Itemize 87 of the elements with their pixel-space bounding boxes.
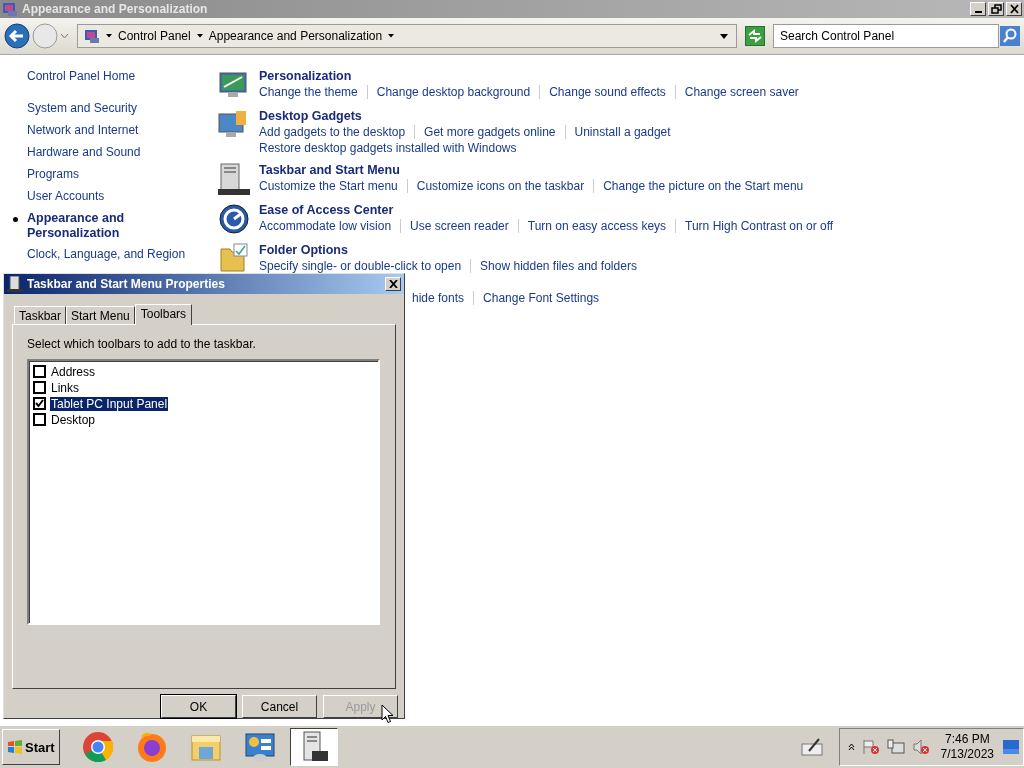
list-item[interactable]: Desktop bbox=[50, 412, 97, 427]
chevron-up-icon[interactable] bbox=[847, 743, 855, 751]
task-link[interactable]: Customize the Start menu bbox=[259, 179, 398, 193]
flag-error-icon[interactable] bbox=[861, 739, 880, 755]
tab[interactable]: Start Menu bbox=[66, 305, 135, 324]
category-title-link[interactable]: Personalization bbox=[259, 69, 799, 83]
instruction-text: Select which toolbars to add to the taskbar. bbox=[27, 336, 257, 351]
chrome-icon bbox=[81, 731, 114, 763]
task-link[interactable]: hide fonts bbox=[412, 291, 465, 305]
sidebar-link[interactable]: Clock, Language, and Region bbox=[27, 247, 186, 262]
sidebar-link[interactable]: Hardware and Sound bbox=[27, 145, 141, 160]
access-icon bbox=[218, 203, 250, 235]
start-button[interactable]: Start bbox=[2, 729, 60, 765]
sidebar-link[interactable]: Appearance and Personalization bbox=[27, 211, 217, 241]
search-icon[interactable] bbox=[1000, 26, 1020, 46]
firefox-icon bbox=[135, 731, 168, 763]
control-panel-icon bbox=[243, 731, 276, 763]
dialog-title: Taskbar and Start Menu Properties bbox=[27, 276, 225, 291]
breadcrumb-item[interactable]: Control Panel bbox=[118, 29, 191, 43]
search-field[interactable]: Search Control Panel bbox=[773, 24, 999, 48]
tab[interactable]: Taskbar bbox=[14, 305, 67, 324]
task-link[interactable]: Restore desktop gadgets installed with Windows bbox=[259, 141, 517, 155]
windows-logo-icon bbox=[7, 739, 23, 755]
breadcrumb-item[interactable]: Appearance and Personalization bbox=[208, 29, 383, 43]
task-link[interactable]: Customize icons on the taskbar bbox=[416, 179, 585, 193]
close-icon bbox=[388, 279, 398, 288]
back-button[interactable] bbox=[4, 23, 30, 49]
caret-icon[interactable] bbox=[196, 34, 203, 38]
network-icon[interactable] bbox=[886, 739, 905, 755]
task-link[interactable]: Change desktop background bbox=[376, 85, 531, 99]
checkbox[interactable] bbox=[33, 413, 46, 427]
task-link[interactable]: Add gadgets to the desktop bbox=[259, 125, 406, 139]
task-link[interactable]: Turn on easy access keys bbox=[527, 219, 667, 233]
dialog-button[interactable]: OK bbox=[161, 695, 236, 718]
task-link[interactable]: Change the picture on the Start menu bbox=[603, 179, 804, 193]
minimize-icon bbox=[974, 11, 982, 13]
caret-icon[interactable] bbox=[106, 34, 112, 38]
tab[interactable]: Toolbars bbox=[134, 303, 193, 325]
task-link[interactable]: Specify single- or double-click to open bbox=[259, 259, 462, 273]
minimize-button[interactable] bbox=[970, 2, 986, 16]
refresh-icon[interactable] bbox=[745, 26, 765, 46]
taskbar-icon bbox=[218, 163, 250, 195]
category-title-link[interactable]: Taskbar and Start Menu bbox=[259, 163, 804, 177]
task-link[interactable]: Accommodate low vision bbox=[259, 219, 392, 233]
address-field[interactable]: Control Panel Appearance and Personalization bbox=[77, 24, 737, 48]
caret-icon[interactable] bbox=[388, 34, 395, 38]
taskbar-icon bbox=[7, 275, 23, 292]
checkbox[interactable] bbox=[33, 381, 46, 395]
taskbar-app-button[interactable] bbox=[289, 728, 338, 766]
pen-tablet-icon[interactable] bbox=[800, 738, 823, 756]
task-link[interactable]: Uninstall a gadget bbox=[574, 125, 671, 139]
task-link[interactable]: Get more gadgets online bbox=[424, 125, 556, 139]
close-button[interactable] bbox=[1006, 2, 1022, 16]
folder-icon bbox=[218, 243, 250, 275]
task-link[interactable]: Show hidden files and folders bbox=[480, 259, 637, 273]
task-link[interactable]: Change the theme bbox=[259, 85, 358, 99]
list-item[interactable]: Links bbox=[50, 380, 80, 395]
task-link[interactable]: Change Font Settings bbox=[483, 291, 600, 305]
restore-button[interactable] bbox=[988, 2, 1004, 16]
task-link[interactable]: Change sound effects bbox=[549, 85, 666, 99]
sidebar-link[interactable]: User Accounts bbox=[27, 189, 105, 204]
control-panel-icon bbox=[2, 1, 18, 17]
list-item[interactable]: Tablet PC Input Panel bbox=[50, 396, 169, 411]
dialog-button[interactable]: Cancel bbox=[242, 695, 317, 718]
restore-icon bbox=[990, 4, 1002, 14]
sidebar-link[interactable]: Network and Internet bbox=[27, 123, 139, 138]
control-panel-icon bbox=[84, 28, 100, 44]
sidebar-link[interactable]: Programs bbox=[27, 167, 79, 182]
sidebar-link[interactable]: System and Security bbox=[27, 101, 138, 116]
task-link[interactable]: Use screen reader bbox=[410, 219, 509, 233]
sidebar-link[interactable]: Control Panel Home bbox=[27, 69, 217, 84]
bullet-icon bbox=[13, 217, 18, 222]
close-icon bbox=[1008, 4, 1020, 14]
checkbox[interactable] bbox=[33, 397, 46, 411]
list-item[interactable]: Address bbox=[50, 364, 97, 379]
checkbox[interactable] bbox=[33, 365, 46, 379]
window-title: Appearance and Personalization bbox=[22, 2, 208, 16]
task-link[interactable]: Turn High Contrast on or off bbox=[685, 219, 834, 233]
category-title-link[interactable]: Folder Options bbox=[259, 243, 637, 257]
clock-date[interactable]: 7/13/2023 bbox=[940, 747, 994, 762]
task-link[interactable]: Change screen saver bbox=[684, 85, 799, 99]
clock-time[interactable]: 7:46 PM bbox=[944, 732, 990, 747]
close-button[interactable] bbox=[385, 276, 401, 291]
speaker-muted-icon[interactable] bbox=[911, 739, 930, 755]
dropdown-caret-icon[interactable] bbox=[720, 33, 728, 39]
category-title-link[interactable]: Desktop Gadgets bbox=[259, 109, 671, 123]
category-title-link[interactable]: Ease of Access Center bbox=[259, 203, 834, 217]
